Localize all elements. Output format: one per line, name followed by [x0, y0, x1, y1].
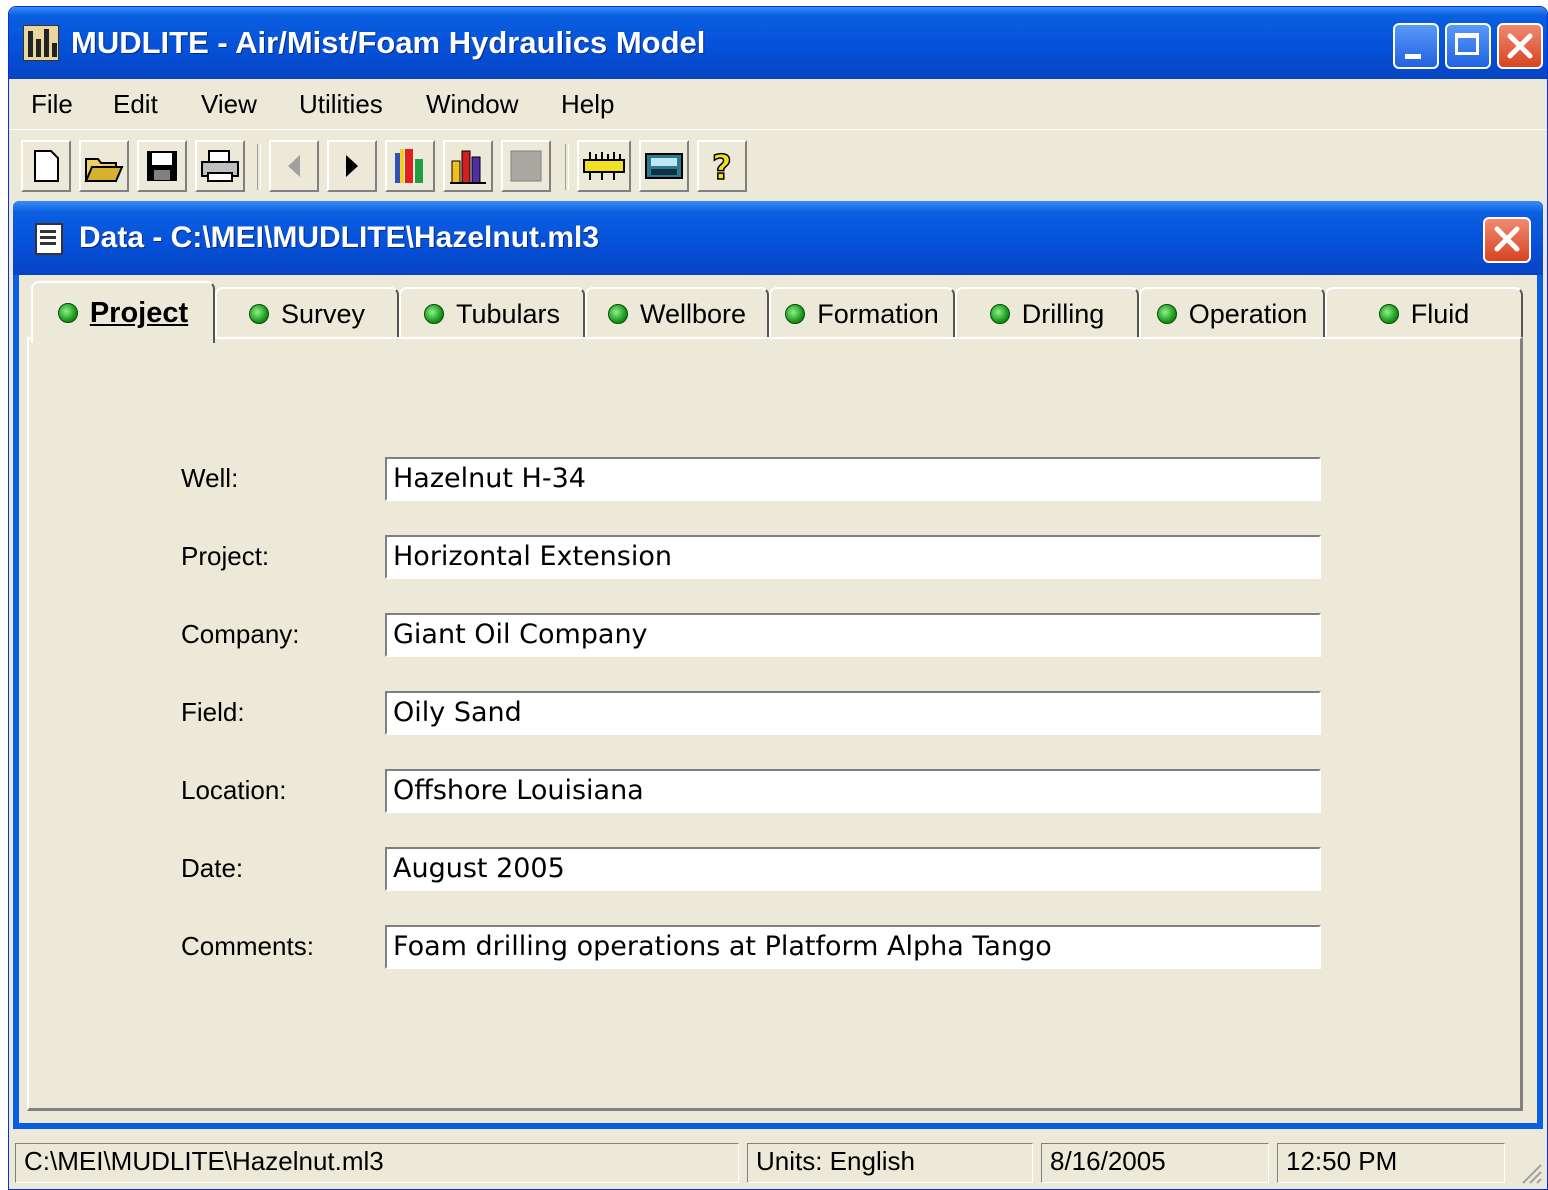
chart-button[interactable] [385, 140, 435, 192]
menu-help[interactable]: Help [561, 89, 614, 120]
company-field[interactable]: Giant Oil Company [385, 613, 1321, 657]
toolbar: ? [9, 129, 1547, 200]
project-label: Project: [181, 541, 270, 571]
status-units: Units: English [747, 1143, 1033, 1183]
tab-wellbore[interactable]: Wellbore [585, 287, 769, 339]
tab-fluid[interactable]: Fluid [1325, 287, 1523, 339]
tab-formation[interactable]: Formation [769, 287, 955, 339]
data-child-window: Data - C:\MEI\MUDLITE\Hazelnut.ml3 Proje… [13, 201, 1543, 1129]
field-field[interactable]: Oily Sand [385, 691, 1321, 735]
forward-button[interactable] [327, 140, 377, 192]
company-label: Company: [181, 619, 300, 649]
resize-grip-icon[interactable] [1517, 1159, 1543, 1185]
new-icon [34, 150, 59, 182]
child-title-bar[interactable]: Data - C:\MEI\MUDLITE\Hazelnut.ml3 [13, 201, 1543, 275]
status-dot-icon [248, 304, 269, 324]
status-dot-icon [785, 304, 806, 324]
status-bar: C:\MEI\MUDLITE\Hazelnut.ml3 Units: Engli… [9, 1133, 1547, 1189]
new-button[interactable] [21, 140, 71, 192]
location-field[interactable]: Offshore Louisiana [385, 769, 1321, 813]
window-title: MUDLITE - Air/Mist/Foam Hydraulics Model [71, 25, 706, 60]
well-label: Well: [181, 463, 239, 493]
print-icon [201, 150, 239, 182]
menu-window[interactable]: Window [426, 89, 518, 120]
bar-chart-button[interactable] [443, 140, 493, 192]
project-tab-panel: Well: Hazelnut H-34 Project: Horizontal … [27, 337, 1523, 1111]
title-bar[interactable]: MUDLITE - Air/Mist/Foam Hydraulics Model [9, 7, 1547, 79]
status-dot-icon [1156, 304, 1177, 324]
date-label: Date: [181, 853, 244, 883]
bar-chart-icon [450, 150, 486, 184]
svg-text:?: ? [712, 148, 732, 185]
child-window-title: Data - C:\MEI\MUDLITE\Hazelnut.ml3 [79, 221, 600, 254]
forward-icon [346, 155, 358, 177]
app-window: MUDLITE - Air/Mist/Foam Hydraulics Model… [8, 6, 1548, 1190]
project-field[interactable]: Horizontal Extension [385, 535, 1321, 579]
status-path: C:\MEI\MUDLITE\Hazelnut.ml3 [15, 1143, 739, 1183]
close-icon [1507, 33, 1533, 59]
comments-label: Comments: [181, 931, 314, 961]
menu-view[interactable]: View [201, 89, 257, 120]
close-icon [1494, 226, 1520, 252]
menu-edit[interactable]: Edit [113, 89, 158, 120]
status-dot-icon [607, 304, 628, 324]
ruler-button[interactable] [577, 140, 631, 192]
help-button[interactable]: ? [697, 140, 747, 192]
save-icon [147, 151, 177, 181]
field-label: Field: [181, 697, 245, 727]
tab-label: Survey [280, 298, 366, 329]
child-close-button[interactable] [1483, 217, 1531, 263]
status-date: 8/16/2005 [1041, 1143, 1269, 1183]
tab-label: Formation [817, 298, 939, 329]
stop-icon [510, 150, 542, 182]
status-dot-icon [1378, 304, 1399, 324]
open-button[interactable] [79, 140, 129, 192]
tab-label: Project [89, 296, 189, 329]
tab-survey[interactable]: Survey [215, 287, 399, 339]
status-dot-icon [423, 304, 444, 324]
status-dot-icon [57, 303, 78, 323]
open-icon [84, 158, 124, 182]
stop-button[interactable] [501, 140, 551, 192]
tab-drilling[interactable]: Drilling [955, 287, 1139, 339]
well-field[interactable]: Hazelnut H-34 [385, 457, 1321, 501]
tab-project[interactable]: Project [31, 281, 215, 343]
tab-label: Fluid [1410, 298, 1470, 329]
minimize-button[interactable] [1393, 23, 1439, 69]
menu-bar: File Edit View Utilities Window Help [9, 79, 1547, 127]
tab-label: Operation [1188, 298, 1308, 329]
tab-operation[interactable]: Operation [1139, 287, 1325, 339]
close-button[interactable] [1497, 23, 1543, 69]
date-field[interactable]: August 2005 [385, 847, 1321, 891]
tab-label: Tubulars [455, 298, 561, 329]
menu-utilities[interactable]: Utilities [299, 89, 383, 120]
status-time: 12:50 PM [1277, 1143, 1505, 1183]
back-icon [288, 155, 300, 177]
ruler-icon [583, 152, 625, 180]
comments-field[interactable]: Foam drilling operations at Platform Alp… [385, 925, 1321, 969]
help-icon: ? [711, 147, 732, 185]
child-body: Project Survey Tubulars Wellbore Formati… [19, 275, 1537, 1123]
tab-tubulars[interactable]: Tubulars [399, 287, 585, 339]
back-button[interactable] [269, 140, 319, 192]
print-button[interactable] [195, 140, 245, 192]
tab-label: Wellbore [639, 298, 747, 329]
maximize-button[interactable] [1445, 23, 1491, 69]
chart-icon [395, 149, 423, 183]
calculator-icon [645, 153, 683, 179]
location-label: Location: [181, 775, 287, 805]
document-icon [35, 223, 63, 255]
tab-label: Drilling [1021, 298, 1105, 329]
status-dot-icon [989, 304, 1010, 324]
calculator-button[interactable] [639, 140, 689, 192]
app-icon [23, 25, 59, 61]
menu-file[interactable]: File [31, 89, 73, 120]
save-button[interactable] [137, 140, 187, 192]
